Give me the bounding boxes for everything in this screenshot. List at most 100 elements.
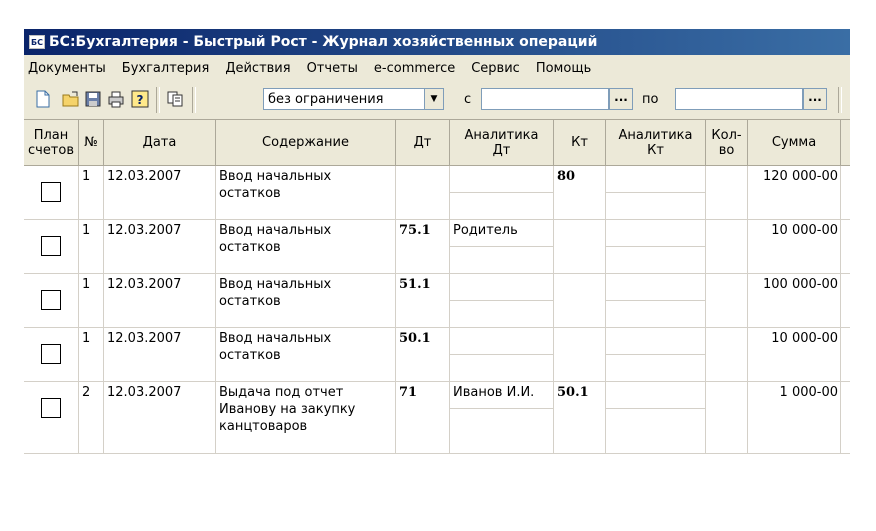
cell-dt[interactable] <box>396 166 450 220</box>
header-date[interactable]: Дата <box>104 120 216 166</box>
cell-date[interactable]: 12.03.2007 <box>104 166 216 220</box>
plan-checkbox[interactable] <box>41 398 61 418</box>
cell-date[interactable]: 12.03.2007 <box>104 274 216 328</box>
menu-documents[interactable]: Документы <box>24 61 114 76</box>
header-qty[interactable]: Кол- во <box>706 120 748 166</box>
cell-kt[interactable] <box>554 220 606 274</box>
save-icon[interactable] <box>84 90 102 108</box>
header-sum[interactable]: Сумма <box>748 120 841 166</box>
cell-content[interactable]: Ввод начальных остатков <box>216 328 396 382</box>
cell-num[interactable]: 1 <box>79 166 104 220</box>
date-from-picker-button[interactable]: ... <box>609 88 633 110</box>
cell-dt[interactable]: 75.1 <box>396 220 450 274</box>
column-divider <box>449 166 450 454</box>
cell-an-kt[interactable] <box>606 166 706 192</box>
cell-qty[interactable] <box>706 328 748 382</box>
cell-sum[interactable]: 10 000-00 <box>748 220 841 274</box>
cell-an-dt[interactable]: Родитель <box>450 220 554 246</box>
column-divider <box>605 166 606 454</box>
cell-content[interactable]: Ввод начальных остатков <box>216 220 396 274</box>
header-dt[interactable]: Дт <box>396 120 450 166</box>
to-label: по <box>642 92 659 107</box>
help-icon[interactable]: ? <box>131 90 149 108</box>
plan-checkbox[interactable] <box>41 236 61 256</box>
cell-an-dt[interactable] <box>450 274 554 300</box>
cell-dt[interactable]: 50.1 <box>396 328 450 382</box>
chevron-down-icon[interactable]: ▼ <box>424 89 443 109</box>
cell-qty[interactable] <box>706 220 748 274</box>
period-filter-value: без ограничения <box>268 92 384 107</box>
copy-icon[interactable] <box>166 90 184 108</box>
cell-kt[interactable] <box>554 328 606 382</box>
analytics-subrow-divider <box>606 354 706 355</box>
cell-an-dt[interactable] <box>450 166 554 192</box>
cell-content[interactable]: Выдача под отчет Иванову на закупку канц… <box>216 382 396 454</box>
new-document-icon[interactable] <box>34 90 52 108</box>
plan-checkbox[interactable] <box>41 182 61 202</box>
cell-kt[interactable]: 50.1 <box>554 382 606 454</box>
cell-sum[interactable]: 120 000-00 <box>748 166 841 220</box>
header-analytics-dt[interactable]: Аналитика Дт <box>450 120 554 166</box>
cell-num[interactable]: 2 <box>79 382 104 454</box>
column-divider <box>215 166 216 454</box>
journal-window: БС БС:Бухгалтерия - Быстрый Рост - Журна… <box>24 29 850 496</box>
menu-actions[interactable]: Действия <box>217 61 298 76</box>
toolbar-separator-2 <box>192 87 196 113</box>
cell-date[interactable]: 12.03.2007 <box>104 220 216 274</box>
toolbar-separator-3 <box>838 87 842 113</box>
cell-sum[interactable]: 100 000-00 <box>748 274 841 328</box>
cell-dt[interactable]: 51.1 <box>396 274 450 328</box>
menu-service[interactable]: Сервис <box>463 61 528 76</box>
cell-an-kt[interactable] <box>606 328 706 354</box>
plan-checkbox[interactable] <box>41 344 61 364</box>
menu-help[interactable]: Помощь <box>528 61 599 76</box>
period-filter-select[interactable]: без ограничения ▼ <box>263 88 444 110</box>
analytics-subrow-divider <box>450 408 554 409</box>
header-filler <box>841 120 850 166</box>
column-divider <box>747 166 748 454</box>
toolbar-separator <box>156 87 160 113</box>
date-to-picker-button[interactable]: ... <box>803 88 827 110</box>
date-from-input[interactable] <box>481 88 609 110</box>
analytics-subrow-divider <box>606 246 706 247</box>
from-label: с <box>464 92 472 107</box>
cell-kt[interactable]: 80 <box>554 166 606 220</box>
menu-accounting[interactable]: Бухгалтерия <box>114 61 218 76</box>
toolbar: ? без ограничения ▼ с ... по ... <box>24 81 850 120</box>
cell-content[interactable]: Ввод начальных остатков <box>216 166 396 220</box>
cell-an-dt[interactable] <box>450 328 554 354</box>
cell-an-dt[interactable]: Иванов И.И. <box>450 382 554 408</box>
cell-sum[interactable]: 1 000-00 <box>748 382 841 454</box>
cell-qty[interactable] <box>706 274 748 328</box>
cell-an-kt[interactable] <box>606 382 706 408</box>
menu-ecommerce[interactable]: e-commerce <box>366 61 463 76</box>
date-to-input[interactable] <box>675 88 803 110</box>
title-bar: БС БС:Бухгалтерия - Быстрый Рост - Журна… <box>24 29 850 55</box>
analytics-subrow-divider <box>450 354 554 355</box>
cell-date[interactable]: 12.03.2007 <box>104 328 216 382</box>
cell-date[interactable]: 12.03.2007 <box>104 382 216 454</box>
analytics-subrow-divider <box>606 192 706 193</box>
cell-content[interactable]: Ввод начальных остатков <box>216 274 396 328</box>
cell-dt[interactable]: 71 <box>396 382 450 454</box>
header-analytics-kt[interactable]: Аналитика Кт <box>606 120 706 166</box>
print-icon[interactable] <box>107 90 125 108</box>
cell-qty[interactable] <box>706 382 748 454</box>
cell-sum[interactable]: 10 000-00 <box>748 328 841 382</box>
header-num[interactable]: № <box>79 120 104 166</box>
cell-an-kt[interactable] <box>606 220 706 246</box>
analytics-subrow-divider <box>606 408 706 409</box>
header-kt[interactable]: Кт <box>554 120 606 166</box>
window-title: БС:Бухгалтерия - Быстрый Рост - Журнал х… <box>49 34 598 50</box>
cell-num[interactable]: 1 <box>79 274 104 328</box>
cell-num[interactable]: 1 <box>79 220 104 274</box>
header-content[interactable]: Содержание <box>216 120 396 166</box>
header-plan[interactable]: План счетов <box>24 120 79 166</box>
cell-kt[interactable] <box>554 274 606 328</box>
cell-an-kt[interactable] <box>606 274 706 300</box>
plan-checkbox[interactable] <box>41 290 61 310</box>
cell-num[interactable]: 1 <box>79 328 104 382</box>
cell-qty[interactable] <box>706 166 748 220</box>
open-folder-icon[interactable] <box>62 90 80 108</box>
menu-reports[interactable]: Отчеты <box>299 61 366 76</box>
